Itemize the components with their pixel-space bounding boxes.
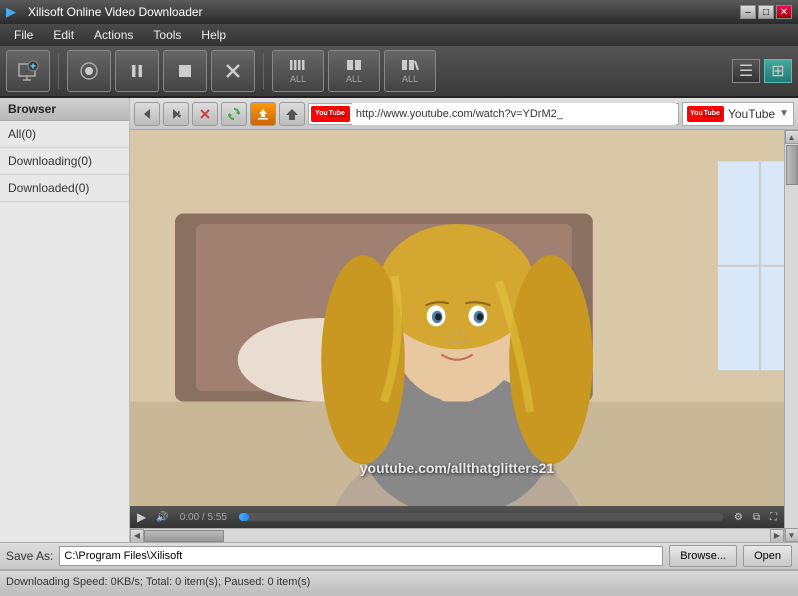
yt-url-badge: You Tube: [311, 106, 350, 122]
play-button[interactable]: ▶: [134, 510, 149, 524]
pip-btn[interactable]: ⧉: [750, 512, 763, 523]
scroll-down-button[interactable]: ▼: [785, 528, 798, 542]
video-watermark: youtube.com/allthatglitters21: [360, 460, 554, 476]
sidebar-item-downloaded[interactable]: Downloaded(0): [0, 175, 129, 202]
url-input[interactable]: [352, 103, 676, 125]
stop-all-button[interactable]: ALL: [328, 50, 380, 92]
separator-2: [263, 53, 264, 89]
refresh-button[interactable]: [221, 102, 247, 126]
grid-view-button[interactable]: ⊞: [764, 59, 792, 83]
cancel-all-button[interactable]: ALL: [384, 50, 436, 92]
sidebar-header: Browser: [0, 98, 129, 121]
video-content: youtube.com/allthatglitters21: [130, 130, 784, 506]
nav-bar: You Tube You Tube YouTube ▼: [130, 98, 798, 130]
hscroll-track[interactable]: [144, 529, 770, 543]
cancel-all-label: ALL: [402, 74, 418, 84]
download-nav-button[interactable]: [250, 102, 276, 126]
status-text: Downloading Speed: 0KB/s; Total: 0 item(…: [6, 576, 310, 588]
title-text: Xilisoft Online Video Downloader: [28, 5, 740, 19]
app-icon: ▶: [6, 4, 22, 20]
window-controls: – □ ✕: [740, 5, 792, 19]
menu-file[interactable]: File: [4, 26, 43, 44]
stop-button[interactable]: [163, 50, 207, 92]
toolbar: ALL ALL ALL ☰ ⊞: [0, 46, 798, 98]
site-label: YouTube: [728, 107, 775, 121]
dropdown-arrow-icon: ▼: [779, 108, 789, 119]
save-path-input[interactable]: [59, 546, 663, 566]
record-button[interactable]: [67, 50, 111, 92]
list-view-button[interactable]: ☰: [732, 59, 760, 83]
home-button[interactable]: [279, 102, 305, 126]
video-controls: ▶ 🔊 0:00 / 5:55 ⚙ ⧉ ⛶: [130, 506, 784, 528]
save-as-label: Save As:: [6, 549, 53, 563]
maximize-button[interactable]: □: [758, 5, 774, 19]
video-main: youtube.com/allthatglitters21 ▶ 🔊 0:00 /…: [130, 130, 784, 542]
time-display: 0:00 / 5:55: [180, 512, 227, 523]
scroll-right-button[interactable]: ▶: [770, 529, 784, 543]
separator-1: [58, 53, 59, 89]
scroll-track[interactable]: [785, 144, 798, 528]
vertical-scrollbar: ▲ ▼: [784, 130, 798, 542]
browse-button[interactable]: Browse...: [669, 545, 737, 567]
stop-all-label: ALL: [346, 74, 362, 84]
sidebar-item-downloading[interactable]: Downloading(0): [0, 148, 129, 175]
back-button[interactable]: [134, 102, 160, 126]
status-bar: Downloading Speed: 0KB/s; Total: 0 item(…: [0, 570, 798, 592]
video-placeholder: youtube.com/allthatglitters21: [130, 130, 784, 506]
add-button[interactable]: [6, 50, 50, 92]
open-button[interactable]: Open: [743, 545, 792, 567]
scroll-thumb[interactable]: [786, 145, 798, 185]
settings-btn[interactable]: ⚙: [731, 512, 746, 523]
hscroll-thumb[interactable]: [144, 530, 224, 542]
pause-all-button[interactable]: ALL: [272, 50, 324, 92]
pause-all-label: ALL: [290, 74, 306, 84]
menu-actions[interactable]: Actions: [84, 26, 143, 44]
minimize-button[interactable]: –: [740, 5, 756, 19]
url-container[interactable]: You Tube: [308, 103, 679, 125]
sidebar-item-all[interactable]: All(0): [0, 121, 129, 148]
forward-button-dropdown[interactable]: [163, 102, 189, 126]
menu-tools[interactable]: Tools: [143, 26, 191, 44]
progress-bar[interactable]: [239, 513, 723, 521]
cancel-button[interactable]: [211, 50, 255, 92]
scroll-left-button[interactable]: ◀: [130, 529, 144, 543]
horizontal-scrollbar: ◀ ▶: [130, 528, 784, 542]
save-bar: Save As: Browse... Open: [0, 542, 798, 570]
fullscreen-btn[interactable]: ⛶: [767, 512, 780, 523]
sidebar: Browser All(0) Downloading(0) Downloaded…: [0, 98, 130, 542]
close-button[interactable]: ✕: [776, 5, 792, 19]
progress-fill: [239, 513, 249, 521]
menu-bar: File Edit Actions Tools Help: [0, 24, 798, 46]
browser-area: You Tube You Tube YouTube ▼: [130, 98, 798, 542]
volume-icon[interactable]: 🔊: [153, 512, 171, 523]
title-bar: ▶ Xilisoft Online Video Downloader – □ ✕: [0, 0, 798, 24]
yt-site-badge: You Tube: [687, 106, 724, 122]
video-with-scroll: youtube.com/allthatglitters21 ▶ 🔊 0:00 /…: [130, 130, 798, 542]
site-dropdown[interactable]: You Tube YouTube ▼: [682, 102, 794, 126]
main-layout: Browser All(0) Downloading(0) Downloaded…: [0, 98, 798, 542]
stop-nav-button[interactable]: [192, 102, 218, 126]
menu-edit[interactable]: Edit: [43, 26, 84, 44]
pause-button[interactable]: [115, 50, 159, 92]
scroll-up-button[interactable]: ▲: [785, 130, 798, 144]
menu-help[interactable]: Help: [191, 26, 236, 44]
